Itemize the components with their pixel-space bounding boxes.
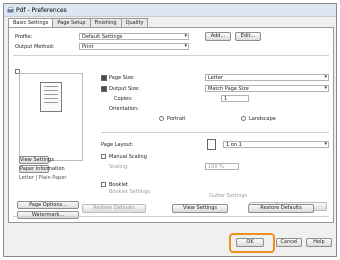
portrait-radio[interactable] (159, 116, 164, 121)
booklet-label: Booklet (109, 182, 128, 188)
paper-information-button[interactable]: Paper Information (19, 165, 65, 173)
window-title: Pdf - Preferences (16, 7, 67, 14)
scaling-input[interactable]: 100 % (205, 163, 239, 170)
page-size-icon (101, 75, 107, 81)
title-bar: Pdf - Preferences (4, 4, 336, 17)
copies-input[interactable]: 1 (221, 95, 249, 102)
output-method-label: Output Method: (15, 44, 55, 50)
page-preview (19, 73, 83, 161)
manual-scaling-checkbox[interactable] (101, 154, 106, 159)
profile-label: Profile: (15, 34, 33, 40)
tab-panel: Profile: Default Settings Add... Edit...… (8, 27, 334, 223)
edit-profile-button[interactable]: Edit... (235, 32, 261, 41)
page-layout-icon (207, 139, 216, 150)
output-size-select[interactable]: Match Page Size (205, 85, 329, 92)
paper-info-text: Letter | Plain Paper (19, 175, 67, 181)
page-options-button[interactable]: Page Options... (17, 201, 79, 209)
page-size-select[interactable]: Letter (205, 74, 329, 81)
landscape-radio[interactable] (241, 116, 246, 121)
output-size-icon (101, 86, 107, 92)
ok-button[interactable]: OK (236, 238, 264, 247)
tab-strip: Basic Settings Page Setup Finishing Qual… (8, 18, 149, 29)
booklet-checkbox[interactable] (101, 182, 106, 187)
profile-select[interactable]: Default Settings (79, 33, 189, 40)
copies-label: Copies: (114, 96, 133, 102)
landscape-label: Landscape (249, 116, 276, 122)
watermark-button[interactable]: Watermark... (17, 211, 79, 219)
separator (13, 55, 329, 56)
portrait-label: Portrait (167, 116, 186, 122)
printer-icon (7, 7, 14, 13)
page-thumbnail (40, 82, 62, 112)
booklet-sub-label: Booklet Settings (109, 189, 150, 195)
cancel-button[interactable]: Cancel (276, 238, 302, 247)
output-size-label: Output Size: (109, 86, 140, 92)
separator (13, 216, 329, 217)
preferences-window: Pdf - Preferences Basic Settings Page Se… (3, 3, 337, 257)
help-button[interactable]: Help (306, 238, 332, 247)
manual-scaling-label: Manual Scaling (109, 154, 147, 160)
view-settings-bottom-button[interactable]: View Settings (172, 204, 228, 213)
page-size-label: Page Size: (109, 75, 135, 81)
restore-defaults-button[interactable]: Restore Defaults (248, 204, 314, 213)
page-layout-label: Page Layout: (101, 142, 134, 148)
restore-disabled-button[interactable]: Restore Defaults (82, 204, 146, 213)
view-settings-button[interactable]: View Settings (19, 156, 54, 164)
orientation-label: Orientation: (109, 106, 139, 112)
page-layout-select[interactable]: 1 on 1 (223, 141, 329, 148)
separator (101, 132, 329, 133)
gutter-settings-label: Gutter Settings (209, 193, 248, 199)
add-profile-button[interactable]: Add... (205, 32, 231, 41)
scaling-label: Scaling: (109, 164, 129, 170)
output-method-select[interactable]: Print (79, 43, 189, 50)
